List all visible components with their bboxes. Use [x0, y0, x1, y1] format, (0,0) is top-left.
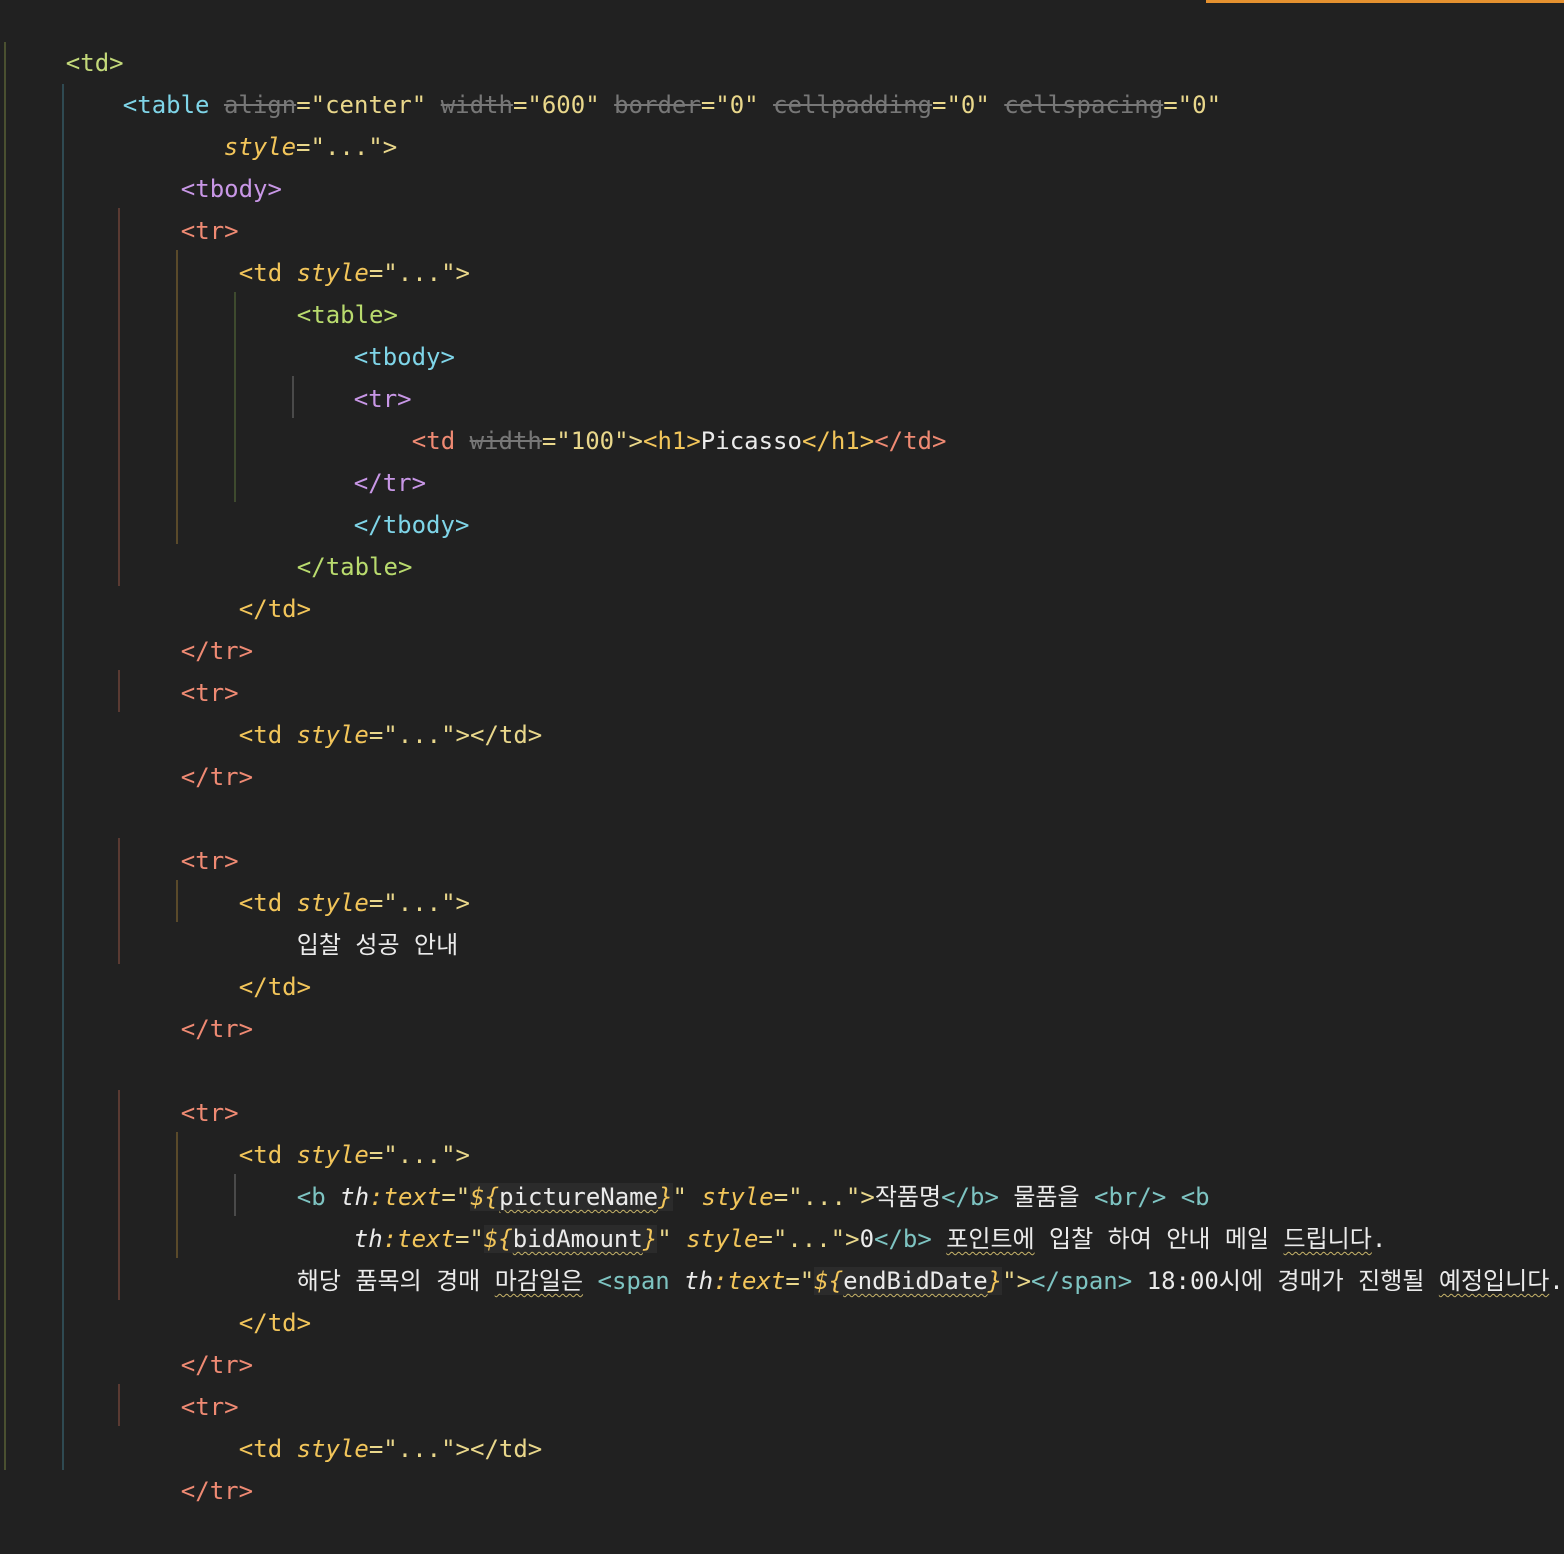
attr-style: style [296, 721, 369, 749]
code-line-28: 해당 품목의 경매 마감일은 <span th:text="${endBidDa… [239, 1218, 1564, 1295]
code-line-29: </td> [181, 1260, 311, 1337]
code-line-15: </tr> [123, 588, 253, 665]
indent-guide [4, 42, 6, 1470]
indent-guide [176, 1132, 178, 1258]
attr-cellpadding: cellpadding [773, 91, 933, 119]
indent-guide [118, 1384, 120, 1426]
indent-guide [176, 880, 178, 922]
code-editor[interactable]: <td> <table align="center" width="600" b… [0, 0, 1564, 1505]
indent-guide [118, 838, 120, 964]
text-content: Picasso [700, 427, 802, 455]
code-line-11: </tr> [296, 420, 426, 497]
tr-close-tag: </tr> [180, 1477, 254, 1505]
code-line-12: </tbody> [296, 462, 470, 539]
h1-open-tag: <h1> [643, 427, 701, 455]
expr-close: } [987, 1267, 1003, 1295]
text-content: 입찰 성공 안내 [296, 931, 459, 959]
attr-th-prefix: th [684, 1267, 714, 1295]
indent-guide [118, 670, 120, 712]
code-line-2: <table align="center" width="600" border… [65, 42, 1221, 119]
code-line-18: </tr> [123, 714, 253, 791]
indent-guide [176, 250, 178, 544]
indent-guide [62, 84, 64, 1470]
text-content: . [1549, 1267, 1564, 1295]
text-content: 해당 품목의 경매 [296, 1267, 495, 1295]
code-line-22: </td> [181, 924, 311, 1001]
code-line-4: <tbody> [123, 126, 282, 203]
span-open-tag: <span [597, 1267, 685, 1295]
code-line-17: <td style="..."></td> [181, 672, 542, 749]
attr-border: border [614, 91, 701, 119]
code-line-23: </tr> [123, 966, 253, 1043]
code-line-30: </tr> [123, 1302, 253, 1379]
attr-value: ="100"> [541, 427, 643, 455]
code-line-24: <tr> [123, 1050, 239, 1127]
tr-close-tag: </tr> [180, 763, 254, 791]
code-line-1: <td> [8, 0, 124, 77]
attr-value: =" [785, 1267, 815, 1295]
code-line-32: <td style="..."></td> [181, 1386, 542, 1463]
code-line-9: <tr> [296, 336, 412, 413]
table-close-tag: </table> [296, 553, 413, 581]
code-line-3: style="..."> [166, 84, 397, 161]
spellcheck-word: 예정입니다 [1438, 1267, 1550, 1295]
code-line-25: <td style="..."> [181, 1092, 470, 1169]
attr-value: "> [1002, 1267, 1032, 1295]
code-line-10: <td width="100"><h1>Picasso</h1></td> [354, 378, 947, 455]
code-line-33: </tr> [123, 1428, 253, 1505]
attr-value: ="0" [700, 91, 774, 119]
attr-width: width [469, 427, 542, 455]
attr-width: width [440, 91, 513, 119]
indent-guide [234, 1174, 236, 1216]
attr-style: style [296, 1435, 369, 1463]
attr-value: ="..."></td> [368, 1435, 543, 1463]
tr-close-tag: </tr> [180, 1015, 254, 1043]
attr-value: ="600" [512, 91, 615, 119]
text-content: 18:00시에 경매가 진행될 [1132, 1267, 1439, 1295]
attr-value: ="..."> [296, 133, 398, 161]
spellcheck-word: 마감일은 [494, 1267, 584, 1295]
attr-value: ="0" [932, 91, 1005, 119]
span-close-tag: </span> [1031, 1267, 1133, 1295]
expr-open: ${ [814, 1267, 844, 1295]
text-content [583, 1267, 597, 1295]
code-line-7: <table> [239, 252, 398, 329]
code-line-14: </td> [181, 546, 311, 623]
code-line-13: </table> [239, 504, 413, 581]
code-line-27: th:text="${bidAmount}" style="...">0</b>… [296, 1176, 1386, 1253]
td-close-tag: </td> [874, 427, 947, 455]
indent-guide [118, 208, 120, 586]
indent-guide [292, 376, 294, 418]
code-line-19: <tr> [123, 798, 239, 875]
code-line-26: <b th:text="${pictureName}" style="...">… [239, 1134, 1210, 1211]
code-line-6: <td style="..."> [181, 210, 470, 287]
code-line-8: <tbody> [296, 294, 455, 371]
code-line-16: <tr> [123, 630, 239, 707]
expr-variable: endBidDate [843, 1267, 988, 1295]
attr-value: ="0" [1163, 91, 1222, 119]
indent-guide [234, 292, 236, 502]
attr-th-text: :text [713, 1267, 786, 1295]
indent-guide [118, 1090, 120, 1300]
code-line-31: <tr> [123, 1344, 239, 1421]
code-line-20: <td style="..."> [181, 840, 470, 917]
h1-close-tag: </h1> [801, 427, 875, 455]
code-line-5: <tr> [123, 168, 239, 245]
code-line-21: 입찰 성공 안내 [239, 882, 458, 959]
attr-cellspacing: cellspacing [1004, 91, 1164, 119]
attr-value: ="..."></td> [368, 721, 543, 749]
